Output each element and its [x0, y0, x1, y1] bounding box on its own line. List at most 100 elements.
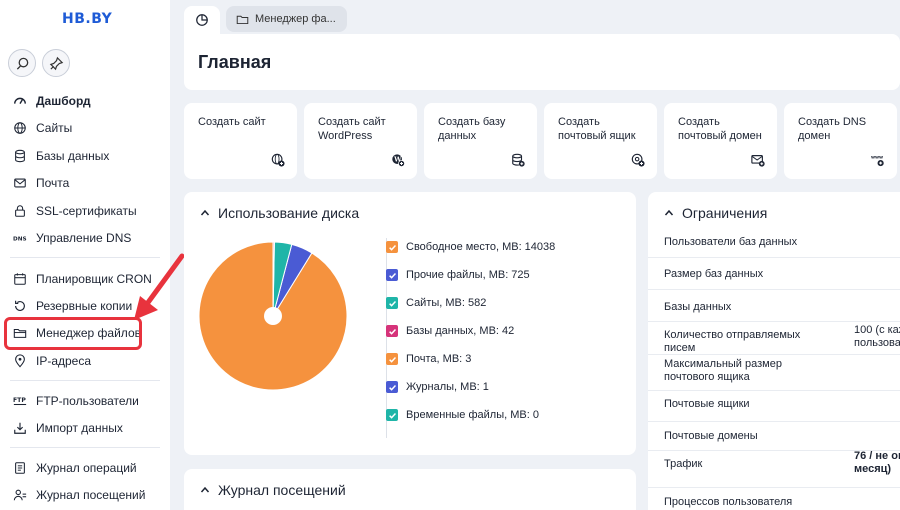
sidebar-item-label: Резервные копии	[36, 299, 133, 313]
legend-item[interactable]: Временные файлы, MB: 0	[386, 409, 539, 421]
limit-label: Почтовые домены	[664, 430, 758, 442]
legend-item[interactable]: Прочие файлы, MB: 725	[386, 269, 530, 281]
location-icon	[12, 353, 28, 369]
svg-text:FTP: FTP	[13, 397, 26, 404]
divider	[10, 447, 160, 448]
create-wordpress-card[interactable]: Создать сайт WordPress W	[304, 103, 417, 179]
page-header: Главная	[184, 34, 900, 90]
sidebar-item-label: Импорт данных	[36, 421, 123, 435]
pin-button[interactable]	[42, 49, 70, 77]
import-icon	[12, 420, 28, 436]
logo[interactable]: HB.BY	[62, 11, 112, 27]
sidebar-item-label: Сайты	[36, 121, 73, 135]
legend-label: Почта, MB: 3	[406, 353, 472, 365]
wordpress-icon: W	[392, 154, 405, 167]
chevron-up-icon	[200, 209, 210, 216]
sidebar-item-label: IP-адреса	[36, 354, 92, 368]
create-dns-domain-card[interactable]: Создать DNS домен www	[784, 103, 897, 179]
sidebar-item-ip[interactable]: IP-адреса	[12, 349, 91, 373]
sidebar-item-ftp[interactable]: FTP FTP-пользователи	[12, 389, 139, 413]
mail-icon	[12, 175, 28, 191]
legend-label: Журналы, MB: 1	[406, 381, 489, 393]
pie-chart-icon	[196, 14, 208, 26]
sidebar-item-label: Базы данных	[36, 149, 110, 163]
sidebar-item-label: Дашборд	[36, 94, 91, 108]
checkbox-checked-icon[interactable]	[386, 409, 398, 421]
card-label: Создать базу данных	[438, 116, 506, 142]
sidebar-item-dashboard[interactable]: Дашборд	[12, 89, 91, 113]
panel-title[interactable]: Ограничения	[664, 205, 767, 221]
globe-icon	[12, 120, 28, 136]
checkbox-checked-icon[interactable]	[386, 297, 398, 309]
panel-title[interactable]: Использование диска	[200, 205, 359, 221]
legend-item[interactable]: Почта, MB: 3	[386, 353, 471, 365]
sidebar-item-label: Управление DNS	[36, 231, 132, 245]
www-icon: www	[871, 155, 884, 167]
limit-label: Пользователи баз данных	[664, 236, 798, 248]
create-site-card[interactable]: Создать сайт	[184, 103, 297, 179]
pin-icon	[49, 56, 63, 70]
checkbox-checked-icon[interactable]	[386, 381, 398, 393]
tab-file-manager[interactable]: Менеджер фа...	[226, 6, 347, 32]
checkbox-checked-icon[interactable]	[386, 325, 398, 337]
backup-icon	[12, 298, 28, 314]
visits-icon	[12, 487, 28, 503]
legend-label: Прочие файлы, MB: 725	[406, 269, 530, 281]
limit-label: Базы данных	[664, 301, 732, 313]
create-mail-domain-card[interactable]: Создать почтовый домен	[664, 103, 777, 179]
limit-value: 100 (с каж пользоват	[854, 324, 900, 349]
sidebar-item-label: SSL-сертификаты	[36, 204, 137, 218]
sidebar-item-label: Журнал посещений	[36, 488, 146, 502]
sidebar-item-databases[interactable]: Базы данных	[12, 144, 109, 168]
checkbox-checked-icon[interactable]	[386, 241, 398, 253]
checkbox-checked-icon[interactable]	[386, 353, 398, 365]
legend-divider	[386, 238, 387, 438]
legend-item[interactable]: Свободное место, MB: 14038	[386, 241, 555, 253]
row-divider	[648, 321, 900, 322]
sidebar-item-visits-log[interactable]: Журнал посещений	[12, 483, 145, 507]
legend-item[interactable]: Журналы, MB: 1	[386, 381, 489, 393]
svg-text:DNS: DNS	[13, 237, 27, 243]
sidebar-item-label: Почта	[36, 176, 70, 190]
divider	[10, 380, 160, 381]
create-database-card[interactable]: Создать базу данных	[424, 103, 537, 179]
page-title: Главная	[198, 52, 272, 72]
card-label: Создать DNS домен	[798, 116, 867, 142]
limit-label: Трафик	[664, 458, 703, 470]
mailbox-plus-icon	[631, 153, 645, 167]
mail-domain-icon	[751, 155, 765, 167]
checkbox-checked-icon[interactable]	[386, 269, 398, 281]
globe-plus-icon	[271, 153, 285, 167]
create-mailbox-card[interactable]: Создать почтовый ящик	[544, 103, 657, 179]
sidebar-item-mail[interactable]: Почта	[12, 171, 69, 195]
chevron-up-icon	[200, 486, 210, 493]
legend-label: Базы данных, MB: 42	[406, 325, 515, 337]
row-divider	[648, 487, 900, 488]
speedometer-icon	[12, 93, 28, 109]
sidebar-item-operations-log[interactable]: Журнал операций	[12, 456, 137, 480]
legend-item[interactable]: Базы данных, MB: 42	[386, 325, 514, 337]
sidebar-item-label: FTP-пользователи	[36, 394, 139, 408]
chevron-up-icon	[664, 209, 674, 216]
row-divider	[648, 289, 900, 290]
visits-log-panel: Журнал посещений	[184, 469, 636, 510]
legend-item[interactable]: Сайты, MB: 582	[386, 297, 486, 309]
sidebar-item-backups[interactable]: Резервные копии	[12, 294, 132, 318]
calendar-icon	[12, 271, 28, 287]
limit-label: Процессов пользователя	[664, 496, 793, 508]
tab-label: Менеджер фа...	[255, 13, 336, 25]
panel-title[interactable]: Журнал посещений	[200, 482, 346, 498]
sidebar-item-import[interactable]: Импорт данных	[12, 416, 123, 440]
svg-text:www: www	[871, 155, 883, 160]
sidebar-item-sites[interactable]: Сайты	[12, 116, 72, 140]
folder-icon	[236, 15, 249, 24]
search-button[interactable]	[8, 49, 36, 77]
tab-home[interactable]	[184, 6, 220, 34]
limit-label: Почтовые ящики	[664, 398, 750, 410]
card-label: Создать сайт	[198, 116, 266, 128]
sidebar-item-dns[interactable]: DNS Управление DNS	[12, 226, 131, 250]
legend-label: Сайты, MB: 582	[406, 297, 487, 309]
sidebar-item-ssl[interactable]: SSL-сертификаты	[12, 199, 137, 223]
limit-label: Размер баз данных	[664, 268, 764, 280]
card-label: Создать сайт WordPress	[318, 116, 386, 142]
